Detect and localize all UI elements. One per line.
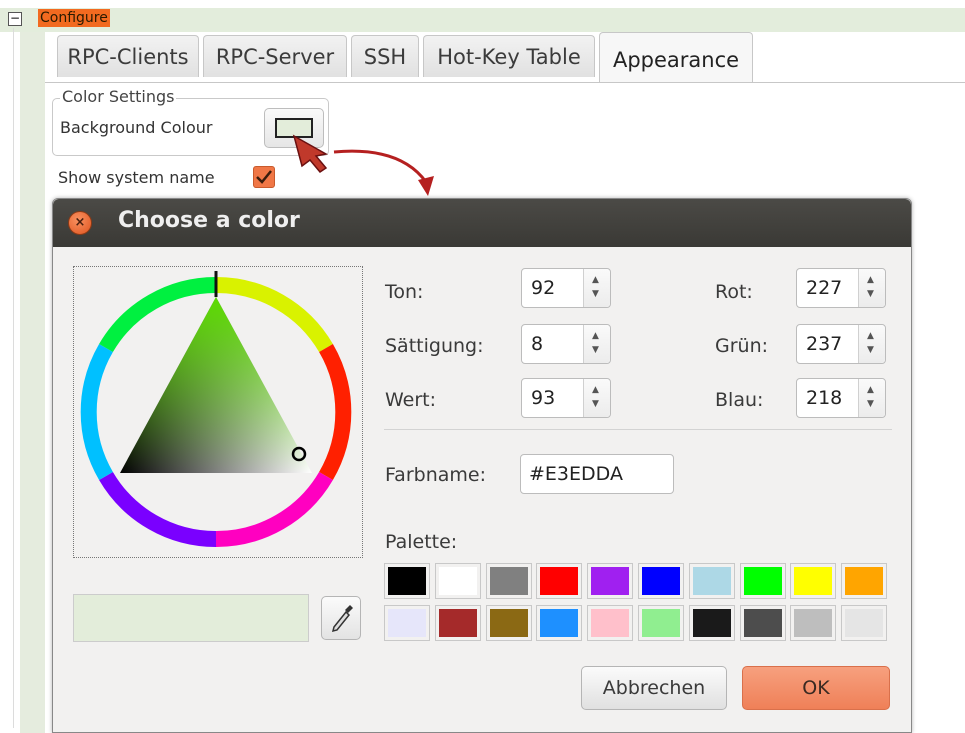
spin-arrows-icon[interactable]: ▲ ▼ <box>583 269 610 307</box>
tab-bar: RPC-Clients RPC-Server SSH Hot-Key Table… <box>45 32 965 82</box>
saturation-label: Sättigung: <box>385 335 484 357</box>
close-icon[interactable]: × <box>68 211 92 235</box>
saturation-spinbox[interactable]: 8 ▲ ▼ <box>521 324 611 364</box>
collapse-toggle-icon[interactable]: − <box>8 12 22 26</box>
palette-swatch[interactable] <box>638 563 684 599</box>
palette-swatch[interactable] <box>841 563 888 599</box>
color-name-input[interactable]: #E3EDDA <box>520 454 674 494</box>
tab-rpc-clients[interactable]: RPC-Clients <box>57 35 199 77</box>
tree-node-configure[interactable]: Configure <box>38 9 110 27</box>
green-value: 237 <box>806 333 843 355</box>
spin-arrows-icon[interactable]: ▲ ▼ <box>583 379 610 417</box>
red-label: Rot: <box>715 281 753 303</box>
tree-indent-panel <box>20 32 45 733</box>
palette-swatch[interactable] <box>434 605 481 641</box>
dialog-title: Choose a color <box>118 208 300 233</box>
palette-swatch[interactable] <box>638 605 684 641</box>
spin-arrows-icon[interactable]: ▲ ▼ <box>583 325 610 363</box>
palette-swatch[interactable] <box>434 563 481 599</box>
palette-swatch[interactable] <box>790 563 837 599</box>
palette-swatch[interactable] <box>688 605 735 641</box>
tree-header-row <box>0 8 965 32</box>
color-name-value: #E3EDDA <box>529 463 623 485</box>
palette-swatch[interactable] <box>384 605 430 641</box>
value-label: Wert: <box>385 389 437 411</box>
hue-spinbox[interactable]: 92 ▲ ▼ <box>521 268 611 308</box>
palette-swatch[interactable] <box>485 605 532 641</box>
red-spinbox[interactable]: 227 ▲ ▼ <box>796 268 886 308</box>
tree-guide-line <box>13 28 14 728</box>
color-wheel-area[interactable] <box>73 266 363 558</box>
palette-label: Palette: <box>385 531 458 553</box>
palette-swatch[interactable] <box>536 563 583 599</box>
green-spinbox[interactable]: 237 ▲ ▼ <box>796 324 886 364</box>
eyedropper-icon <box>331 605 353 633</box>
palette-swatch[interactable] <box>384 563 430 599</box>
hue-label: Ton: <box>385 281 424 303</box>
palette-swatch[interactable] <box>587 605 634 641</box>
show-system-name-checkbox[interactable] <box>253 166 275 188</box>
palette-swatch[interactable] <box>739 605 786 641</box>
hue-value: 92 <box>531 277 556 299</box>
tab-divider <box>45 82 965 83</box>
color-settings-title: Color Settings <box>60 87 177 106</box>
value-value: 93 <box>531 387 556 409</box>
palette-swatch[interactable] <box>485 563 532 599</box>
value-spinbox[interactable]: 93 ▲ ▼ <box>521 378 611 418</box>
palette-swatch[interactable] <box>587 563 634 599</box>
background-colour-label: Background Colour <box>60 118 213 137</box>
cancel-button[interactable]: Abbrechen <box>581 666 727 710</box>
color-preview <box>73 594 309 642</box>
blue-label: Blau: <box>715 389 764 411</box>
green-label: Grün: <box>715 335 769 357</box>
palette-swatch[interactable] <box>841 605 888 641</box>
tab-appearance[interactable]: Appearance <box>599 32 753 82</box>
eyedropper-button[interactable] <box>321 596 361 640</box>
checkmark-icon <box>256 170 272 184</box>
palette-swatch[interactable] <box>688 563 735 599</box>
dialog-separator <box>384 429 892 430</box>
color-name-label: Farbname: <box>385 464 486 486</box>
blue-spinbox[interactable]: 218 ▲ ▼ <box>796 378 886 418</box>
saturation-value: 8 <box>531 333 544 355</box>
blue-value: 218 <box>806 387 843 409</box>
palette-grid <box>384 563 892 641</box>
spin-arrows-icon[interactable]: ▲ ▼ <box>858 325 885 363</box>
spin-arrows-icon[interactable]: ▲ ▼ <box>858 269 885 307</box>
palette-swatch[interactable] <box>536 605 583 641</box>
red-value: 227 <box>806 277 843 299</box>
tab-ssh[interactable]: SSH <box>351 35 419 77</box>
ok-button[interactable]: OK <box>742 666 890 710</box>
palette-swatch[interactable] <box>739 563 786 599</box>
show-system-name-label: Show system name <box>58 168 215 187</box>
tab-rpc-server[interactable]: RPC-Server <box>203 35 347 77</box>
palette-swatch[interactable] <box>790 605 837 641</box>
tab-hot-key-table[interactable]: Hot-Key Table <box>423 35 595 77</box>
spin-arrows-icon[interactable]: ▲ ▼ <box>858 379 885 417</box>
hue-triangle-wheel[interactable] <box>74 267 362 557</box>
